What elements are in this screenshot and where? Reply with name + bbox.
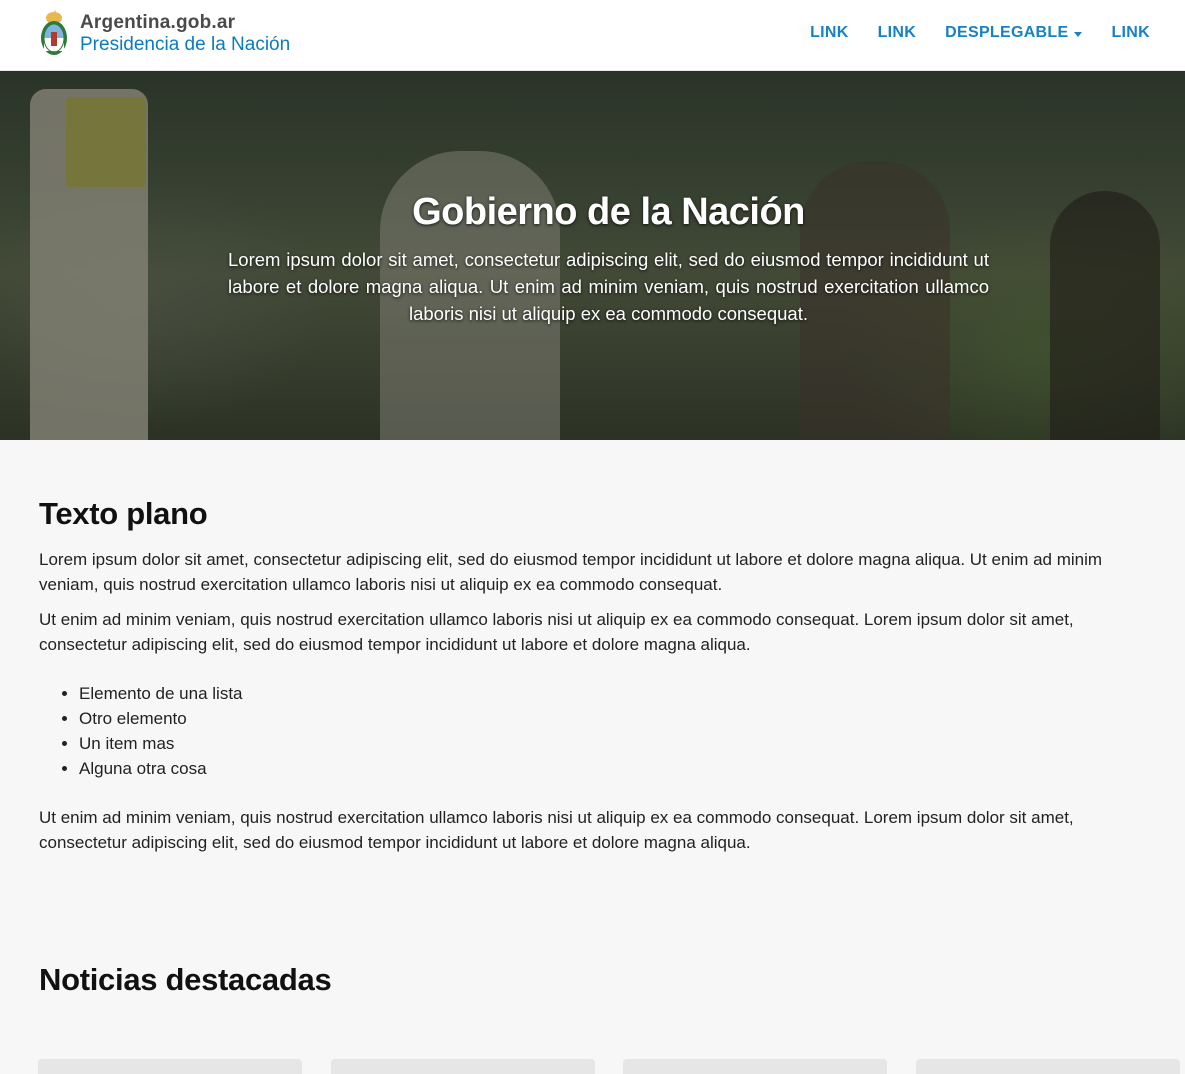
- hero-content: Gobierno de la Nación Lorem ipsum dolor …: [228, 191, 989, 327]
- list-item: Otro elemento: [79, 706, 243, 731]
- news-cards: [38, 1059, 1185, 1074]
- brand-name: Argentina.gob.ar: [80, 12, 236, 33]
- news-card[interactable]: [916, 1059, 1180, 1074]
- nav-dropdown[interactable]: DESPLEGABLE: [945, 24, 1083, 42]
- section-title-texto-plano: Texto plano: [39, 496, 208, 531]
- caret-down-icon: [1074, 31, 1083, 37]
- news-card[interactable]: [38, 1059, 302, 1074]
- hero-banner: Gobierno de la Nación Lorem ipsum dolor …: [0, 71, 1185, 440]
- news-card[interactable]: [623, 1059, 887, 1074]
- site-header: Argentina.gob.ar Presidencia de la Nació…: [0, 0, 1185, 71]
- brand-subtitle: Presidencia de la Nación: [80, 34, 291, 55]
- bullet-list: Elemento de una lista Otro elemento Un i…: [79, 681, 243, 781]
- hero-text: Lorem ipsum dolor sit amet, consectetur …: [228, 249, 989, 324]
- main-nav: LINK LINK DESPLEGABLE LINK: [781, 24, 1150, 42]
- list-item: Elemento de una lista: [79, 681, 243, 706]
- paragraph: Ut enim ad minim veniam, quis nostrud ex…: [39, 610, 1074, 654]
- paragraph: Lorem ipsum dolor sit amet, consectetur …: [39, 550, 1103, 594]
- news-card[interactable]: [331, 1059, 595, 1074]
- list-item: Un item mas: [79, 731, 243, 756]
- argentina-coat-of-arms-icon: [41, 10, 67, 55]
- brand-logo-link[interactable]: Argentina.gob.ar Presidencia de la Nació…: [38, 10, 290, 58]
- paragraph: Ut enim ad minim veniam, quis nostrud ex…: [39, 808, 1074, 852]
- nav-link-1[interactable]: LINK: [810, 24, 849, 42]
- nav-link-2[interactable]: LINK: [878, 24, 917, 42]
- hero-title: Gobierno de la Nación: [412, 191, 805, 233]
- section-title-noticias: Noticias destacadas: [39, 962, 332, 997]
- nav-link-4[interactable]: LINK: [1111, 24, 1150, 42]
- list-item: Alguna otra cosa: [79, 756, 243, 781]
- nav-dropdown-label: DESPLEGABLE: [945, 24, 1069, 41]
